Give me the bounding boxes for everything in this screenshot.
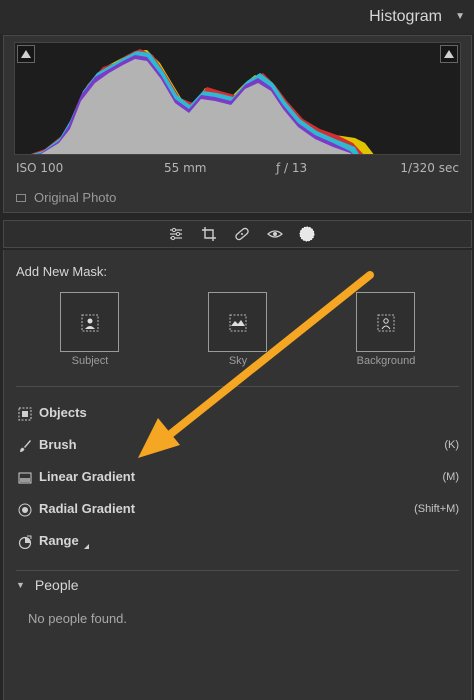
tool-label: Brush xyxy=(39,437,77,452)
mask-tool-radial-gradient[interactable]: Radial Gradient (Shift+M) xyxy=(16,498,459,522)
masking-panel: Add New Mask: Subject Sky Background Obj… xyxy=(3,250,472,700)
mask-background-button[interactable] xyxy=(356,292,415,352)
sky-icon xyxy=(229,314,247,332)
collapse-caret-icon[interactable]: ▼ xyxy=(455,11,465,22)
people-section-header[interactable]: ▼ People xyxy=(16,577,79,593)
shortcut-key: (Shift+M) xyxy=(414,503,459,515)
range-icon xyxy=(18,535,32,549)
shadow-clipping-button[interactable] xyxy=(17,45,35,63)
mask-tool-objects[interactable]: Objects xyxy=(16,402,459,426)
mask-tool-range[interactable]: Range xyxy=(16,530,459,554)
exif-iso: ISO 100 xyxy=(16,161,64,175)
divider xyxy=(16,570,459,571)
mask-subject-button[interactable] xyxy=(60,292,119,352)
histogram-graph xyxy=(14,42,461,155)
mask-tool-linear-gradient[interactable]: Linear Gradient (M) xyxy=(16,466,459,490)
people-heading: People xyxy=(34,577,79,593)
histogram-header[interactable]: Histogram ▼ xyxy=(0,0,474,34)
edit-sliders-icon[interactable] xyxy=(167,225,185,243)
shortcut-key: (M) xyxy=(442,471,460,483)
mask-tool-brush[interactable]: Brush (K) xyxy=(16,434,459,458)
divider xyxy=(16,386,459,387)
highlight-clipping-button[interactable] xyxy=(440,45,458,63)
masking-icon[interactable] xyxy=(298,225,316,243)
radial-gradient-icon xyxy=(18,503,32,517)
mask-sky-button[interactable] xyxy=(208,292,267,352)
tool-label: Range xyxy=(39,533,79,548)
tool-strip xyxy=(3,220,472,248)
original-photo-label: Original Photo xyxy=(34,190,117,205)
red-eye-icon[interactable] xyxy=(266,225,284,243)
add-new-mask-heading: Add New Mask: xyxy=(16,264,108,279)
mask-sky-label: Sky xyxy=(228,355,248,367)
no-people-message: No people found. xyxy=(28,611,128,626)
background-icon xyxy=(377,314,395,332)
linear-gradient-icon xyxy=(18,472,32,484)
clipping-triangle-icon xyxy=(21,50,31,58)
histogram-title: Histogram xyxy=(369,8,442,25)
shortcut-key: (K) xyxy=(444,439,459,451)
exif-shutter-speed: 1/320 sec xyxy=(400,161,459,175)
expand-triangle-icon[interactable]: ▼ xyxy=(16,580,25,590)
subject-icon xyxy=(81,314,99,332)
exif-aperture: ƒ / 13 xyxy=(276,161,308,175)
clipping-triangle-icon xyxy=(444,50,454,58)
crop-icon[interactable] xyxy=(200,225,218,243)
original-photo-toggle[interactable]: Original Photo xyxy=(16,190,116,205)
exif-focal-length: 55 mm xyxy=(164,161,207,175)
objects-icon xyxy=(18,407,32,421)
histogram-panel: ISO 100 55 mm ƒ / 13 1/320 sec Original … xyxy=(3,35,472,213)
tool-label: Objects xyxy=(39,405,87,420)
tool-label: Linear Gradient xyxy=(39,469,136,484)
mask-subject-label: Subject xyxy=(71,355,109,367)
tool-label: Radial Gradient xyxy=(39,501,136,516)
brush-icon xyxy=(20,440,31,452)
submenu-corner-icon xyxy=(84,544,89,549)
mask-background-label: Background xyxy=(356,355,416,367)
healing-icon[interactable] xyxy=(233,225,251,243)
checkbox-icon[interactable] xyxy=(16,193,26,202)
